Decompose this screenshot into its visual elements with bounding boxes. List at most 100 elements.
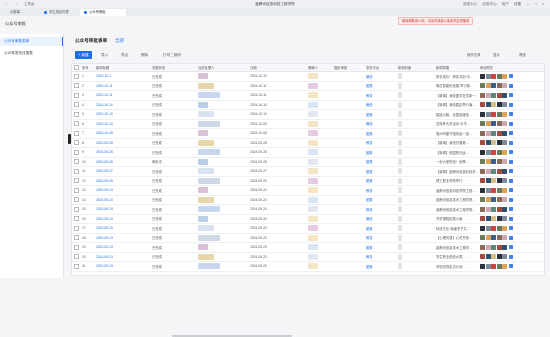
row-select[interactable] xyxy=(72,214,80,224)
image-thumbnail-icon[interactable] xyxy=(502,140,508,146)
col-status[interactable]: 流程状态 xyxy=(150,64,196,72)
row-checkbox[interactable] xyxy=(74,121,79,127)
image-thumbnail-icon[interactable] xyxy=(485,197,491,203)
image-thumbnail-icon[interactable] xyxy=(485,92,491,98)
col-attachment[interactable]: 审阅附件 xyxy=(478,64,544,72)
image-thumbnail-icon[interactable] xyxy=(485,206,491,212)
row-checkbox[interactable] xyxy=(74,92,79,98)
image-thumbnail-icon[interactable] xyxy=(502,73,508,79)
row-date[interactable]: 2024-10-10 xyxy=(94,109,150,120)
image-thumbnail-icon[interactable] xyxy=(502,149,508,155)
image-thumbnail-icon[interactable] xyxy=(480,244,485,250)
row-date[interactable]: 2024-10-11 xyxy=(94,81,150,91)
attachment-icon[interactable] xyxy=(508,150,513,155)
table-row[interactable]: 14 2024-09-24 已完成 2024-09-24 团委 鑫腾讯信息技术工程学院… xyxy=(72,195,544,205)
row-caption[interactable]: 一封大家的信！秋季… xyxy=(434,157,478,167)
row-date[interactable]: 2024-09-23 xyxy=(94,233,150,243)
row-checkbox[interactable] xyxy=(74,140,79,146)
col-map[interactable]: 新闻导图 xyxy=(434,64,478,72)
image-thumbnail-icon[interactable] xyxy=(502,225,508,231)
image-thumbnail-icon[interactable] xyxy=(491,111,497,117)
row-checkbox[interactable] xyxy=(74,168,79,174)
row-caption[interactable]: 携手成长！帮扶共创·中… xyxy=(434,71,478,82)
image-thumbnail-icon[interactable] xyxy=(485,225,491,231)
image-thumbnail-icon[interactable] xyxy=(496,130,502,136)
row-checkbox[interactable] xyxy=(74,225,79,231)
col-no[interactable]: 序号 xyxy=(80,64,94,72)
image-thumbnail-icon[interactable] xyxy=(496,121,502,127)
image-thumbnail-icon[interactable] xyxy=(480,263,485,269)
col-handler[interactable]: 当前处理人 xyxy=(196,64,248,72)
row-select[interactable] xyxy=(72,223,80,234)
close-button[interactable]: × xyxy=(542,0,544,8)
row-caption[interactable]: 理工职业学院举行… xyxy=(434,176,478,186)
image-thumbnail-icon[interactable] xyxy=(480,102,485,108)
row-caption[interactable]: 智能大脑，全国高速信… xyxy=(434,109,478,120)
operation-log-button[interactable]: 操作记录 xyxy=(467,51,481,59)
row-checkbox[interactable] xyxy=(74,73,79,79)
row-date[interactable]: 2024-10-1 xyxy=(94,71,150,82)
table-row[interactable]: 6 2024-10-10 已完成 2024-10-09 微信 这特杯大学活动·中华… xyxy=(72,119,544,129)
row-date[interactable]: 2024-10-10 xyxy=(94,119,150,129)
table-row[interactable]: 11 2024-09-27 已完成 2024-09-27 团委 【新闻】鑫腾讯信息科技学… xyxy=(72,166,544,177)
row-caption[interactable]: 【新闻】鑫腾讯信息科技学… xyxy=(434,166,478,177)
image-thumbnail-icon[interactable] xyxy=(496,235,502,241)
image-thumbnail-icon[interactable] xyxy=(496,83,502,89)
row-select[interactable] xyxy=(72,138,80,148)
row-caption[interactable]: 这特杯大学活动·中华… xyxy=(434,119,478,129)
table-row[interactable]: 13 2024-09-24 已完成 2024-09-24 教务 鑫腾讯信息科技学院工程… xyxy=(72,185,544,196)
image-thumbnail-icon[interactable] xyxy=(491,216,497,222)
image-thumbnail-icon[interactable] xyxy=(491,235,497,241)
maximize-button[interactable]: □ xyxy=(535,0,537,8)
table-row[interactable]: 10 2024-09-28 审批中 2024-09-28 团委 一封大家的信！秋季… xyxy=(72,157,544,167)
attachment-icon[interactable] xyxy=(508,140,513,145)
row-checkbox[interactable] xyxy=(74,178,79,184)
table-row[interactable]: 7 2024-10-08 已完成 2024-10-08 团委 德州市图书馆来赵一道… xyxy=(72,128,544,139)
table-row[interactable]: 3 2024-10-11 已完成 2024-10-11 教务 【新闻】我校团学社员新一… xyxy=(72,90,544,101)
image-thumbnail-icon[interactable] xyxy=(491,102,497,108)
attachment-icon[interactable] xyxy=(508,178,513,183)
row-select[interactable] xyxy=(72,147,80,158)
image-thumbnail-icon[interactable] xyxy=(491,244,497,250)
image-thumbnail-icon[interactable] xyxy=(485,83,491,89)
attachment-icon[interactable] xyxy=(508,169,513,174)
import-button[interactable]: 导入 xyxy=(101,51,108,59)
print-qrcode-button[interactable]: 打印二维码 xyxy=(163,51,181,59)
attachment-icon[interactable] xyxy=(508,254,513,259)
tab-dashboard[interactable]: 大屏幕 xyxy=(6,9,24,16)
app-center-link[interactable]: 应用中心 xyxy=(482,0,496,8)
image-thumbnail-icon[interactable] xyxy=(485,140,491,146)
image-thumbnail-icon[interactable] xyxy=(480,187,485,193)
row-date[interactable]: 2024-10-08 xyxy=(94,128,150,139)
row-checkbox[interactable] xyxy=(74,244,79,250)
image-thumbnail-icon[interactable] xyxy=(496,73,502,79)
image-thumbnail-icon[interactable] xyxy=(502,206,508,212)
row-caption[interactable]: 学生职业规划大赛… xyxy=(434,252,478,262)
row-caption[interactable]: 德州市图书馆来赵一道… xyxy=(434,128,478,139)
image-thumbnail-icon[interactable] xyxy=(480,197,485,203)
image-thumbnail-icon[interactable] xyxy=(502,121,508,127)
image-thumbnail-icon[interactable] xyxy=(502,168,508,174)
image-thumbnail-icon[interactable] xyxy=(491,121,497,127)
delete-button[interactable]: 删除 xyxy=(141,51,148,59)
image-thumbnail-icon[interactable] xyxy=(502,263,508,269)
image-thumbnail-icon[interactable] xyxy=(491,187,497,193)
row-select[interactable] xyxy=(72,100,80,110)
row-caption[interactable]: 【新闻】校园阳光运… xyxy=(434,147,478,158)
row-select[interactable] xyxy=(72,81,80,91)
image-thumbnail-icon[interactable] xyxy=(496,102,502,108)
attachment-icon[interactable] xyxy=(508,102,513,107)
image-thumbnail-icon[interactable] xyxy=(485,254,491,260)
row-checkbox[interactable] xyxy=(74,254,79,260)
image-thumbnail-icon[interactable] xyxy=(496,216,502,222)
row-caption[interactable]: 【新闻】我校园区举行演… xyxy=(434,100,478,110)
image-thumbnail-icon[interactable] xyxy=(485,121,491,127)
row-date[interactable]: 2024-09-23 xyxy=(94,252,150,262)
image-thumbnail-icon[interactable] xyxy=(491,140,497,146)
image-thumbnail-icon[interactable] xyxy=(496,92,502,98)
row-checkbox[interactable] xyxy=(74,187,79,193)
image-thumbnail-icon[interactable] xyxy=(496,225,502,231)
row-select[interactable] xyxy=(72,261,80,272)
image-thumbnail-icon[interactable] xyxy=(485,168,491,174)
table-row[interactable]: 17 2024-09-24 已完成 2024-09-24 团委 科技文化·我建学子共… xyxy=(72,223,544,234)
